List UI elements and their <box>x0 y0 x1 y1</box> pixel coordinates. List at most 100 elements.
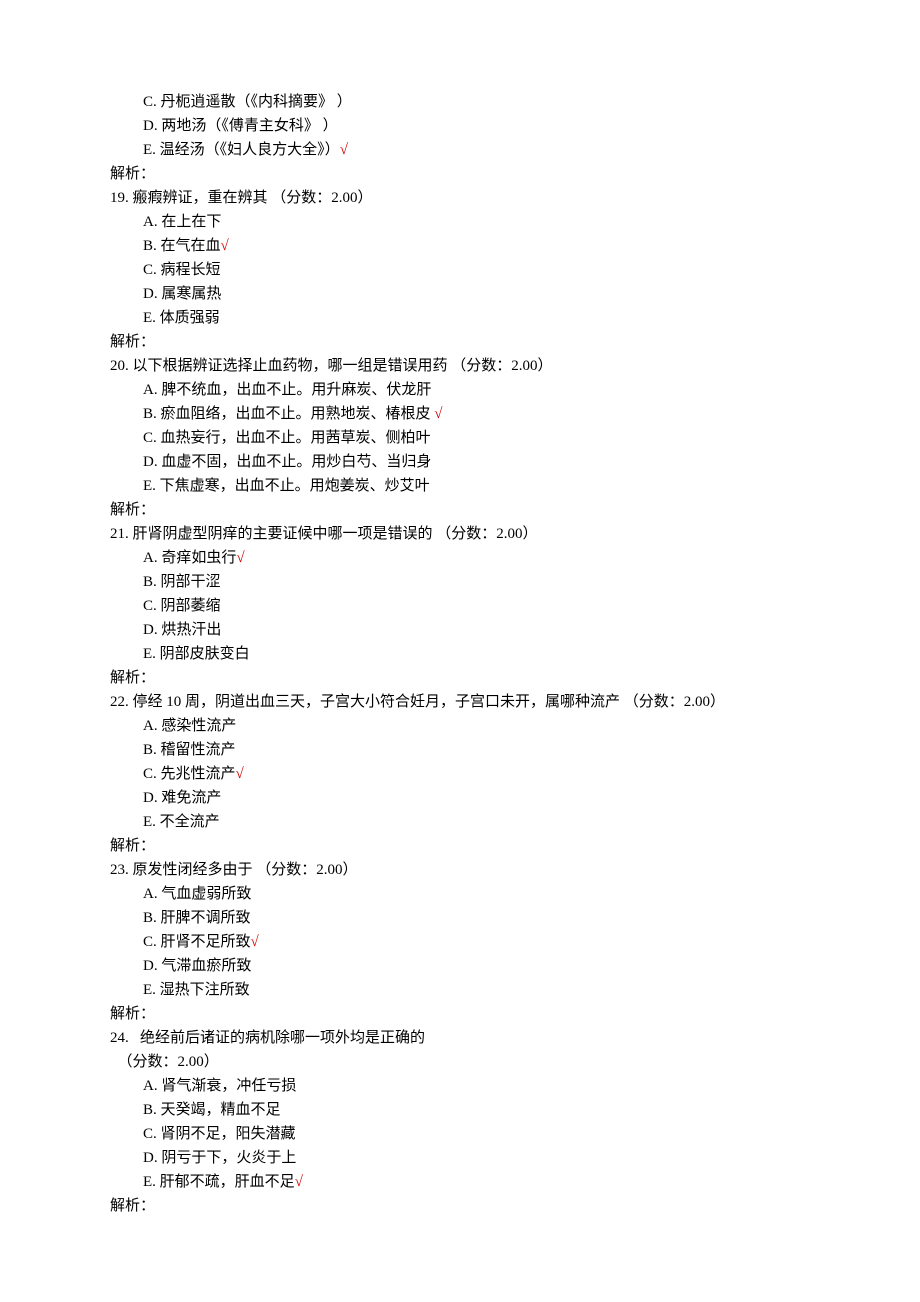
option-text: 肾阴不足，阳失潜藏 <box>161 1126 296 1142</box>
option-letter: B. <box>143 910 161 926</box>
option-text: 难免流产 <box>161 790 221 806</box>
question-stem: 20. 以下根据辨证选择止血药物，哪一组是错误用药 （分数：2.00） <box>110 354 810 378</box>
option-text: 肾气渐衰，冲任亏损 <box>161 1078 296 1094</box>
question-option: B. 在气在血√ <box>110 234 810 258</box>
option-letter: D. <box>143 790 161 806</box>
question-option: B. 天癸竭，精血不足 <box>110 1098 810 1122</box>
option-text: 天癸竭，精血不足 <box>161 1102 281 1118</box>
question-option: C. 肾阴不足，阳失潜藏 <box>110 1122 810 1146</box>
question-option: D. 阴亏于下，火炎于上 <box>110 1146 810 1170</box>
analysis-label: 解析： <box>110 498 810 522</box>
option-text: 血虚不固，出血不止。用炒白芍、当归身 <box>161 454 431 470</box>
analysis-label: 解析： <box>110 330 810 354</box>
question-option: E. 体质强弱 <box>110 306 810 330</box>
option-text: 病程长短 <box>161 262 221 278</box>
option-letter: E. <box>143 646 160 662</box>
option-text: 稽留性流产 <box>161 742 236 758</box>
question-option: A. 脾不统血，出血不止。用升麻炭、伏龙肝 <box>110 378 810 402</box>
question-option: E. 湿热下注所致 <box>110 978 810 1002</box>
option-text: 烘热汗出 <box>161 622 221 638</box>
option-letter: E. <box>143 1174 160 1190</box>
option-letter: A. <box>143 1078 161 1094</box>
question-option: A. 在上在下 <box>110 210 810 234</box>
question-option: E. 下焦虚寒，出血不止。用炮姜炭、炒艾叶 <box>110 474 810 498</box>
question-option: A. 肾气渐衰，冲任亏损 <box>110 1074 810 1098</box>
question-stem: 23. 原发性闭经多由于 （分数：2.00） <box>110 858 810 882</box>
analysis-label: 解析： <box>110 834 810 858</box>
option-letter: E. <box>143 982 160 998</box>
question-option: C. 病程长短 <box>110 258 810 282</box>
question-stem: 24. 绝经前后诸证的病机除哪一项外均是正确的 <box>110 1026 810 1050</box>
option-letter: D. <box>143 958 161 974</box>
option-letter: D. <box>143 118 161 134</box>
option-letter: C. <box>143 430 161 446</box>
option-letter: A. <box>143 550 161 566</box>
question-stem: 22. 停经 10 周，阴道出血三天，子宫大小符合妊月，子宫口未开，属哪种流产 … <box>110 690 810 714</box>
question-option: C. 阴部萎缩 <box>110 594 810 618</box>
option-text: 感染性流产 <box>161 718 236 734</box>
correct-check-icon: √ <box>434 406 442 422</box>
option-letter: D. <box>143 286 161 302</box>
option-text: 体质强弱 <box>160 310 220 326</box>
option-letter: C. <box>143 262 161 278</box>
option-text: 湿热下注所致 <box>160 982 250 998</box>
option-text: 瘀血阻络，出血不止。用熟地炭、椿根皮 <box>161 406 435 422</box>
question-option: B. 阴部干涩 <box>110 570 810 594</box>
analysis-label: 解析： <box>110 666 810 690</box>
option-text: 下焦虚寒，出血不止。用炮姜炭、炒艾叶 <box>160 478 430 494</box>
option-letter: B. <box>143 406 161 422</box>
option-text: 属寒属热 <box>161 286 221 302</box>
question-option: D. 两地汤（《傅青主女科》 ） <box>110 114 810 138</box>
option-text: 先兆性流产 <box>161 766 236 782</box>
option-letter: C. <box>143 1126 161 1142</box>
option-letter: C. <box>143 934 161 950</box>
correct-check-icon: √ <box>251 934 259 950</box>
option-text: 在上在下 <box>161 214 221 230</box>
question-option: E. 温经汤（《妇人良方大全》）√ <box>110 138 810 162</box>
option-text: 血热妄行，出血不止。用茜草炭、侧柏叶 <box>161 430 431 446</box>
correct-check-icon: √ <box>221 238 229 254</box>
analysis-label: 解析： <box>110 1194 810 1218</box>
option-text: 气滞血瘀所致 <box>161 958 251 974</box>
option-text: 奇痒如虫行 <box>161 550 236 566</box>
correct-check-icon: √ <box>295 1174 303 1190</box>
option-letter: A. <box>143 382 161 398</box>
option-letter: D. <box>143 1150 161 1166</box>
option-letter: E. <box>143 142 160 158</box>
option-letter: C. <box>143 598 161 614</box>
question-option: D. 难免流产 <box>110 786 810 810</box>
option-text: 脾不统血，出血不止。用升麻炭、伏龙肝 <box>161 382 431 398</box>
option-text: 肝肾不足所致 <box>161 934 251 950</box>
question-option: A. 感染性流产 <box>110 714 810 738</box>
option-letter: A. <box>143 886 161 902</box>
question-option: C. 先兆性流产√ <box>110 762 810 786</box>
question-option: E. 不全流产 <box>110 810 810 834</box>
question-option: E. 肝郁不疏，肝血不足√ <box>110 1170 810 1194</box>
option-letter: B. <box>143 742 161 758</box>
option-text: 温经汤（《妇人良方大全》） <box>160 142 340 158</box>
question-option: C. 肝肾不足所致√ <box>110 930 810 954</box>
option-letter: E. <box>143 310 160 326</box>
question-score: （分数：2.00） <box>110 1050 810 1074</box>
option-text: 阴部萎缩 <box>161 598 221 614</box>
question-option: E. 阴部皮肤变白 <box>110 642 810 666</box>
option-text: 两地汤（《傅青主女科》 ） <box>161 118 337 134</box>
option-letter: E. <box>143 478 160 494</box>
question-option: B. 稽留性流产 <box>110 738 810 762</box>
option-letter: D. <box>143 454 161 470</box>
question-option: D. 血虚不固，出血不止。用炒白芍、当归身 <box>110 450 810 474</box>
option-letter: A. <box>143 718 161 734</box>
correct-check-icon: √ <box>340 142 348 158</box>
question-option: A. 气血虚弱所致 <box>110 882 810 906</box>
question-option: B. 瘀血阻络，出血不止。用熟地炭、椿根皮 √ <box>110 402 810 426</box>
option-letter: C. <box>143 766 161 782</box>
question-option: D. 气滞血瘀所致 <box>110 954 810 978</box>
correct-check-icon: √ <box>236 550 244 566</box>
option-text: 在气在血 <box>161 238 221 254</box>
analysis-label: 解析： <box>110 1002 810 1026</box>
question-option: C. 丹枙逍遥散（《内科摘要》 ） <box>110 90 810 114</box>
option-text: 阴亏于下，火炎于上 <box>161 1150 296 1166</box>
question-stem: 19. 瘢瘕辨证，重在辨其 （分数：2.00） <box>110 186 810 210</box>
option-letter: B. <box>143 238 161 254</box>
question-option: D. 属寒属热 <box>110 282 810 306</box>
